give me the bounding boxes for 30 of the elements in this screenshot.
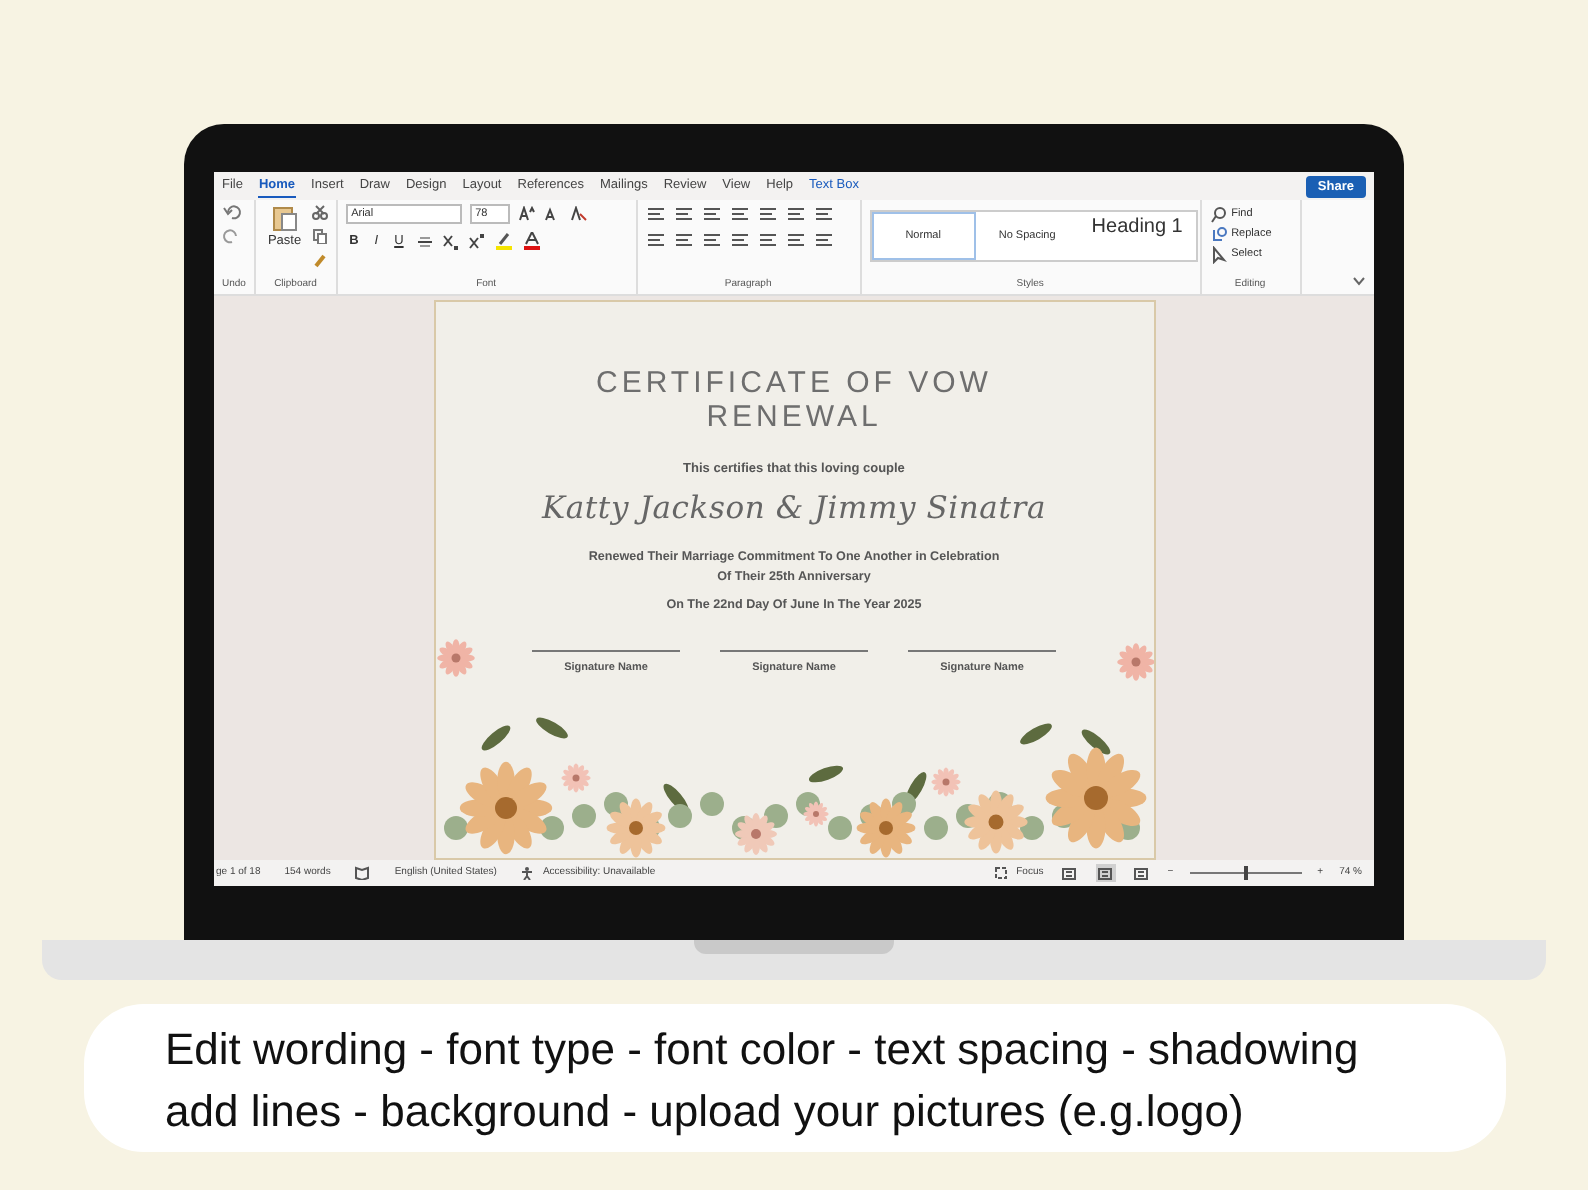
align-left-icon[interactable] xyxy=(645,230,666,248)
collapse-ribbon-icon[interactable] xyxy=(1352,276,1366,286)
font-color-icon[interactable] xyxy=(521,232,542,250)
caption-text: add lines - background - upload your pictures (e.g.logo) xyxy=(165,1084,1246,1140)
view-button[interactable] xyxy=(1095,864,1116,882)
scissors-icon[interactable] xyxy=(311,204,328,220)
focus-icon[interactable] xyxy=(994,866,1009,880)
strikethrough-icon[interactable] xyxy=(415,233,434,249)
proofing-icon[interactable] xyxy=(354,866,371,880)
clear-format-icon[interactable] xyxy=(569,206,588,222)
search-icon[interactable] xyxy=(1209,205,1228,223)
accessibility-icon[interactable] xyxy=(520,866,535,880)
superscript-icon[interactable] xyxy=(467,233,486,249)
grow-font-icon[interactable] xyxy=(517,206,536,222)
certificate-title: CERTIFICATE OF VOW RENEWAL xyxy=(594,366,994,434)
replace-icon[interactable] xyxy=(1209,225,1228,243)
cursor-icon[interactable] xyxy=(1209,245,1228,263)
highlighter-icon[interactable] xyxy=(493,232,514,250)
style-option[interactable]: Heading 1 xyxy=(1079,212,1196,244)
clipboard-icon[interactable] xyxy=(270,204,299,232)
view-button[interactable] xyxy=(1131,864,1152,882)
undo-icon[interactable] xyxy=(222,204,242,220)
subscript-icon[interactable] xyxy=(441,233,460,249)
brush-icon[interactable] xyxy=(311,252,328,268)
redo-icon[interactable] xyxy=(222,228,242,244)
zoom-slider-thumb[interactable] xyxy=(1243,866,1248,880)
copy-icon[interactable] xyxy=(311,228,328,244)
couple-names: Katty Jackson & Jimmy Sinatra xyxy=(541,487,1047,530)
view-button[interactable] xyxy=(1059,864,1080,882)
caption-text: Edit wording - font type - font color - text spacing - shadowing xyxy=(165,1022,1361,1078)
